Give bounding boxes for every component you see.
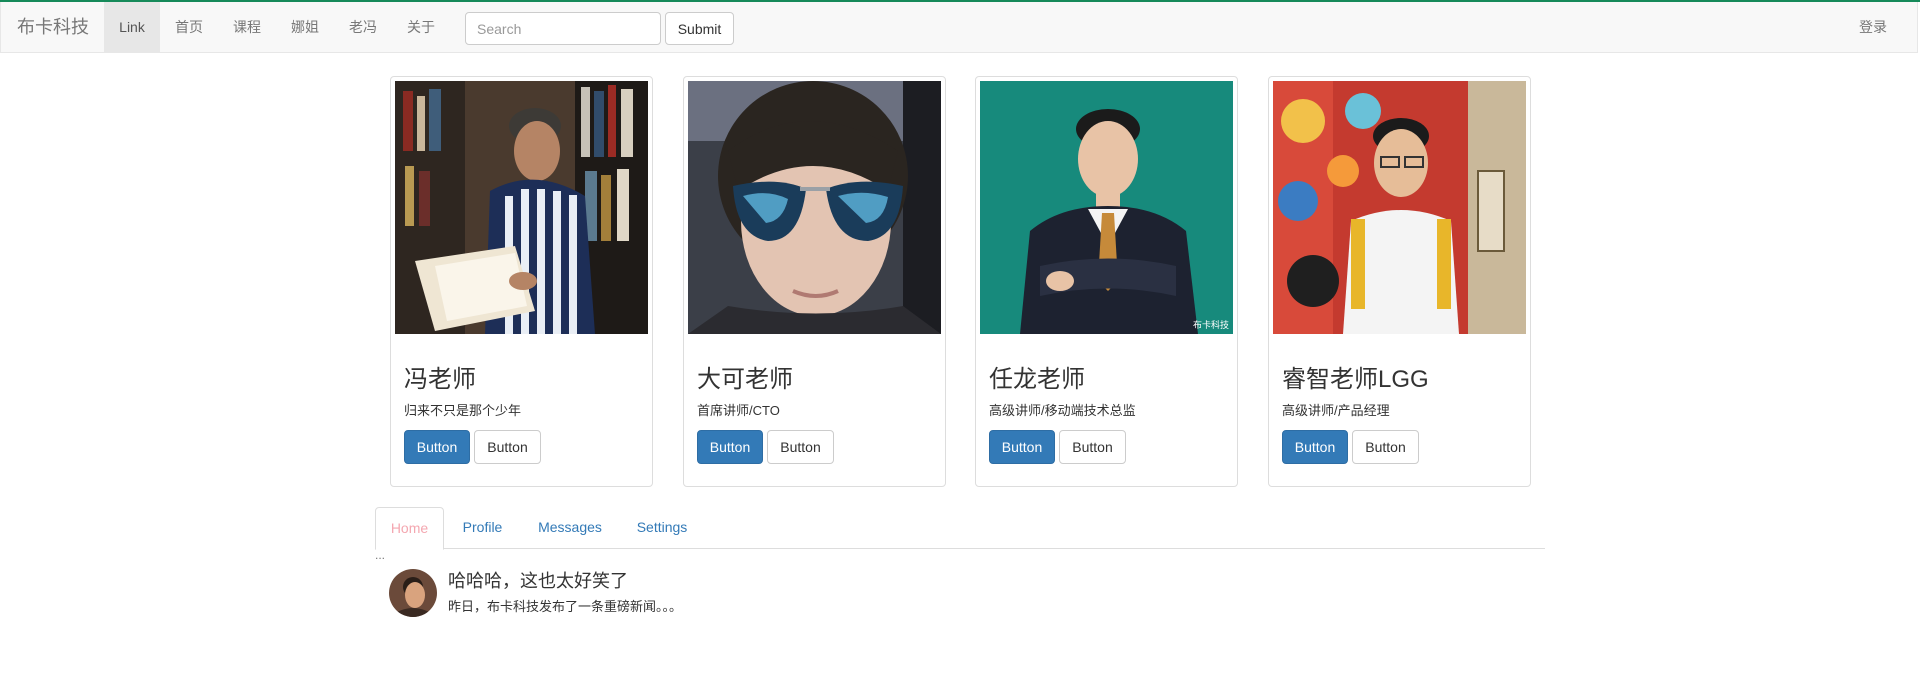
teacher-card-dake: 大可老师 首席讲师/CTO Button Button bbox=[683, 76, 946, 487]
default-button[interactable]: Button bbox=[474, 430, 541, 464]
primary-button[interactable]: Button bbox=[697, 430, 763, 464]
tab-messages[interactable]: Messages bbox=[521, 507, 619, 549]
photo-watermark: 布卡科技 bbox=[1192, 321, 1229, 331]
tab-content-ellipsis: ... bbox=[375, 548, 386, 562]
teacher-photo-dake bbox=[688, 81, 941, 334]
primary-button[interactable]: Button bbox=[1282, 430, 1348, 464]
primary-button[interactable]: Button bbox=[989, 430, 1055, 464]
brand-logo[interactable]: 布卡科技 bbox=[17, 2, 89, 53]
teacher-description: 首席讲师/CTO bbox=[697, 403, 780, 418]
media-body-text: 昨日，布卡科技发布了一条重磅新闻。。。 bbox=[448, 599, 683, 614]
avatar bbox=[389, 569, 437, 617]
teacher-description: 高级讲师/移动端技术总监 bbox=[989, 403, 1136, 418]
login-link[interactable]: 登录 bbox=[1859, 2, 1887, 53]
teacher-name: 冯老师 bbox=[404, 366, 476, 393]
nav-link-laofeng[interactable]: 老冯 bbox=[334, 2, 392, 53]
nav-link-home[interactable]: 首页 bbox=[160, 2, 218, 53]
tab-profile[interactable]: Profile bbox=[444, 507, 521, 549]
teacher-card-ruizhi: 睿智老师LGG 高级讲师/产品经理 Button Button bbox=[1268, 76, 1531, 487]
tab-bar: Home Profile Messages Settings bbox=[375, 507, 1545, 550]
teacher-photo-renlong: 布卡科技 bbox=[980, 81, 1233, 334]
default-button[interactable]: Button bbox=[1352, 430, 1419, 464]
teacher-card-feng: 冯老师 归来不只是那个少年 Button Button bbox=[390, 76, 653, 487]
search-input[interactable] bbox=[465, 12, 661, 45]
teacher-photo-feng bbox=[395, 81, 648, 334]
teacher-name: 大可老师 bbox=[697, 366, 793, 393]
teacher-name: 睿智老师LGG bbox=[1282, 366, 1429, 393]
teacher-description: 归来不只是那个少年 bbox=[404, 403, 522, 418]
navbar: 布卡科技 Link 首页 课程 娜姐 老冯 关于 Submit 登录 bbox=[0, 2, 1918, 53]
nav-link-courses[interactable]: 课程 bbox=[218, 2, 276, 53]
default-button[interactable]: Button bbox=[767, 430, 834, 464]
default-button[interactable]: Button bbox=[1059, 430, 1126, 464]
nav-link-about[interactable]: 关于 bbox=[392, 2, 450, 53]
media-heading: 哈哈哈，这也太好笑了 bbox=[448, 571, 628, 591]
teacher-description: 高级讲师/产品经理 bbox=[1282, 403, 1390, 418]
teacher-card-renlong: 布卡科技 任龙老师 高级讲师/移动端技术总监 Button Button bbox=[975, 76, 1238, 487]
tab-settings[interactable]: Settings bbox=[619, 507, 705, 549]
nav-link-link[interactable]: Link bbox=[104, 2, 160, 53]
tab-home[interactable]: Home bbox=[375, 507, 444, 550]
nav-link-najie[interactable]: 娜姐 bbox=[276, 2, 334, 53]
teacher-photo-ruizhi bbox=[1273, 81, 1526, 334]
submit-button[interactable]: Submit bbox=[665, 12, 734, 45]
primary-button[interactable]: Button bbox=[404, 430, 470, 464]
teacher-name: 任龙老师 bbox=[989, 366, 1085, 393]
